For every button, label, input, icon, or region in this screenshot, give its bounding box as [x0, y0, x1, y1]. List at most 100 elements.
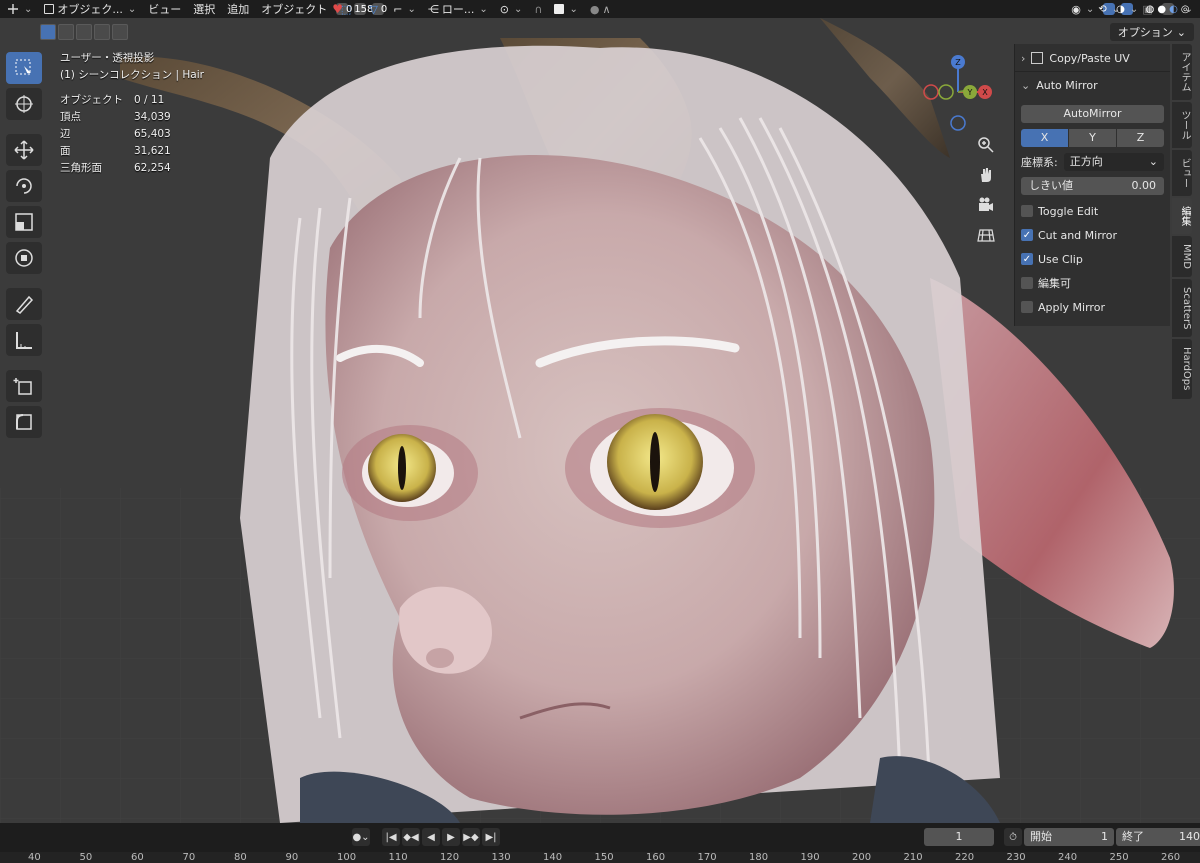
select-invert-icon[interactable]	[94, 24, 110, 40]
axis-y-toggle[interactable]: Y	[1069, 129, 1116, 147]
tool-shelf	[6, 52, 44, 438]
jump-start-icon[interactable]: |◀	[382, 828, 400, 846]
material-shading-icon[interactable]: ◐	[1169, 4, 1178, 15]
play-icon[interactable]: ▶	[442, 828, 460, 846]
pivot-label: ロー...	[441, 3, 475, 16]
menu-add[interactable]: 追加	[224, 1, 252, 17]
pivot-dropdown[interactable]: ⋲ ロー...	[425, 1, 491, 17]
axis-toggle-group: X Y Z	[1021, 129, 1164, 147]
ruler-tick-label: 260	[1161, 852, 1181, 863]
tab-mmd[interactable]: MMD	[1172, 236, 1192, 277]
shading-options-dropdown[interactable]	[1180, 1, 1196, 17]
graph-dropdown[interactable]: ⌐	[390, 1, 419, 17]
select-extend-icon[interactable]	[58, 24, 74, 40]
cursor-tool[interactable]	[6, 88, 42, 120]
tab-hardops[interactable]: HardOps	[1172, 339, 1192, 399]
chevron-down-icon: ⌄	[1148, 155, 1158, 168]
ruler-tick-label: 160	[646, 852, 666, 863]
ruler-tick-label: 50	[79, 852, 93, 863]
snap-dropdown[interactable]: ⊙	[497, 1, 526, 17]
shading-buttons[interactable]: ◍ ● ◐ ◎	[1146, 3, 1190, 15]
transform-icon	[8, 4, 18, 14]
timeline: ●⌄ |◀ ◆◀ ◀ ▶ ▶◆ ▶| 1 ⏱ 開始 1 終了 140 40 50…	[0, 823, 1200, 863]
navigation-gizmo[interactable]: Z X Y	[918, 52, 998, 136]
tab-tool[interactable]: ツール	[1172, 102, 1192, 148]
color-dropdown[interactable]	[551, 1, 580, 17]
measure-tool[interactable]	[6, 324, 42, 356]
menu-view[interactable]: ビュー	[145, 1, 184, 17]
panel-header-copy-paste-uv[interactable]: › Copy/Paste UV	[1021, 48, 1164, 68]
keyframe-dot-icon[interactable]: ●⌄	[352, 828, 370, 846]
stat-c-button[interactable]: ▽ 0	[369, 3, 388, 16]
ruler-tick-label: 240	[1058, 852, 1078, 863]
add-cube-tool[interactable]	[6, 370, 42, 402]
start-frame-field[interactable]: 開始 1	[1024, 828, 1114, 846]
wireframe-shading-icon[interactable]: ◍	[1146, 4, 1155, 15]
frame-ruler[interactable]: 40 50 60 70 80 90 100 110 120 130 140 150 160 170 180 1…	[0, 852, 1200, 863]
transform-tool[interactable]	[6, 242, 42, 274]
navigation-buttons	[972, 134, 1000, 246]
current-frame-field[interactable]: 1	[924, 828, 994, 846]
use-clip-checkbox[interactable]: ✓ Use Clip	[1021, 247, 1164, 271]
proportional-button[interactable]: ∩	[531, 1, 545, 17]
grid-view-icon[interactable]	[972, 224, 1000, 246]
camera-icon[interactable]	[972, 194, 1000, 216]
menu-object[interactable]: オブジェクト	[258, 1, 330, 17]
tab-scatter[interactable]: ScatterS	[1172, 278, 1192, 338]
panel-header-auto-mirror[interactable]: ⌄ Auto Mirror	[1021, 75, 1164, 95]
mode-label: オブジェク...	[57, 3, 123, 16]
scale-tool[interactable]	[6, 206, 42, 238]
select-intersect-icon[interactable]	[112, 24, 128, 40]
prev-keyframe-icon[interactable]: ◆◀	[402, 828, 420, 846]
zoom-icon[interactable]	[972, 134, 1000, 156]
falloff-button[interactable]: ● ∧	[587, 1, 614, 17]
viewport-info: ユーザー・透視投影 (1) シーンコレクション | Hair オブジェクト 0 /…	[60, 50, 204, 177]
play-reverse-icon[interactable]: ◀	[422, 828, 440, 846]
move-tool[interactable]	[6, 134, 42, 166]
apply-mirror-checkbox[interactable]: Apply Mirror	[1021, 295, 1164, 319]
add-cube-icon	[13, 378, 32, 395]
coord-select[interactable]: 正方向 ⌄	[1063, 153, 1164, 171]
extra-tool[interactable]	[6, 406, 42, 438]
threshold-field[interactable]: しきい値 0.00	[1021, 177, 1164, 195]
axis-x-toggle[interactable]: X	[1021, 129, 1068, 147]
interaction-mode-dropdown[interactable]: オブジェク...	[41, 1, 139, 17]
overlay-toggle[interactable]: ◑	[1116, 3, 1134, 15]
select-new-icon[interactable]	[40, 24, 56, 40]
hand-pan-icon[interactable]	[972, 164, 1000, 186]
ruler-tick-label: 130	[491, 852, 511, 863]
tab-view[interactable]: ビュー	[1172, 150, 1192, 196]
cut-and-mirror-checkbox[interactable]: ✓ Cut and Mirror	[1021, 223, 1164, 247]
stat-row: 面 31,621	[60, 143, 204, 160]
editable-checkbox[interactable]: 編集可	[1021, 271, 1164, 295]
solid-shading-icon[interactable]: ●	[1157, 4, 1166, 15]
tab-item[interactable]: アイテム	[1172, 44, 1192, 100]
automirror-button[interactable]: AutoMirror	[1021, 105, 1164, 123]
annotate-tool[interactable]	[6, 288, 42, 320]
corner-icon	[16, 414, 32, 430]
menu-select[interactable]: 選択	[190, 1, 218, 17]
visibility-dropdown[interactable]: ◉	[1068, 1, 1097, 17]
tab-edit[interactable]: 編集	[1172, 198, 1192, 234]
jump-end-icon[interactable]: ▶|	[482, 828, 500, 846]
stopwatch-icon[interactable]: ⏱	[1004, 828, 1022, 846]
stat-row: 辺 65,403	[60, 126, 204, 143]
stat-c-value: 0	[380, 3, 388, 15]
end-frame-field[interactable]: 終了 140	[1116, 828, 1200, 846]
toggle-edit-checkbox[interactable]: Toggle Edit	[1021, 199, 1164, 223]
next-keyframe-icon[interactable]: ▶◆	[462, 828, 480, 846]
select-mode-group	[40, 24, 128, 40]
options-dropdown[interactable]: オプション ⌄	[1109, 23, 1194, 41]
vertex-icon: ⬚	[340, 2, 352, 16]
transform-mode-dropdown[interactable]	[4, 1, 35, 17]
stat-b-button[interactable]: ⬚ 1583	[341, 3, 380, 16]
rotate-tool[interactable]	[6, 170, 42, 202]
select-box-tool[interactable]	[6, 52, 42, 84]
chevron-right-icon: ›	[1021, 51, 1026, 65]
checkbox-icon	[1021, 301, 1033, 313]
ruler-tick-label: 190	[800, 852, 820, 863]
select-subtract-icon[interactable]	[76, 24, 92, 40]
gizmo-toggle[interactable]: ⟲	[1098, 3, 1116, 15]
axis-z-toggle[interactable]: Z	[1117, 129, 1164, 147]
checkbox-label: Toggle Edit	[1038, 204, 1099, 218]
